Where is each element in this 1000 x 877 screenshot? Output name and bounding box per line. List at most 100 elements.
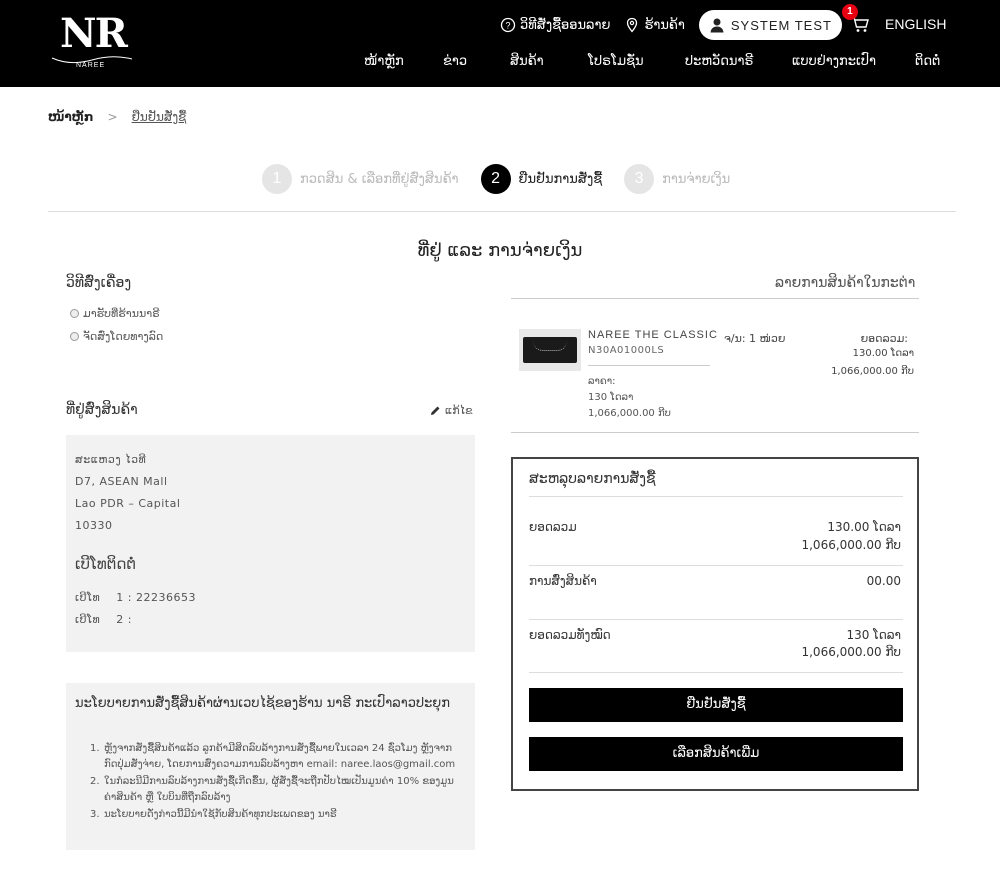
policy-item-text: ນະໂຍບາຍດັ່ງກ່າວນີ້ມີນຳໃຊ້ກັບສິນຄ້າທຸກປະເ… (104, 809, 337, 820)
user-account-button[interactable]: SYSTEM TEST (698, 10, 842, 40)
pickup-label: ມາຮັບທີ່ຮ້ານນາຣີ (83, 307, 160, 320)
summary-subtotal-usd: 130.00 ໂດລາ (827, 520, 901, 534)
steps-divider (48, 211, 956, 212)
phone-2-label: ເບີໂທ (75, 613, 101, 626)
phone-1-label: ເບີໂທ (75, 591, 101, 604)
cart-count-badge: 1 (841, 4, 858, 20)
top-links: ? ວິທີສັ່ງຊື້ອອນລາຍ ຮ້ານຄ້າ SYSTEM TEST … (500, 4, 872, 40)
product-code: N30A01000LS (588, 345, 665, 356)
address-line-1: D7, ASEAN Mall (75, 475, 168, 488)
checkout-steps: 1 ກວດສິນ & ເລືອກທີ່ຢູ່ສົ່ງສິນຄ້າ 2 ຢືນຢັ… (262, 164, 752, 194)
summary-subtotal-label: ຍອດລວມ (529, 520, 577, 534)
price-usd: 130 ໂດລາ (588, 392, 634, 403)
item-subtotal-label: ຍອດລວມ: (860, 332, 908, 345)
policy-list: 1. ຫຼັງຈາກສັ່ງຊື້ສິນຄ້າແລ້ວ ລູກຄ້າມີສິດລົ… (90, 741, 462, 824)
step-3: 3 ການຈ່າຍເງິນ (624, 164, 730, 194)
step-1-number: 1 (262, 164, 292, 194)
summary-subtotal-kip: 1,066,000.00 ກີບ (801, 538, 901, 552)
nav-bag-styles[interactable]: ແບບຢ່າງກະເປົາ (792, 54, 876, 69)
bag-chain (533, 341, 567, 351)
address-box: ສະແຫວງ ໄວທີ D7, ASEAN Mall Lao PDR – Cap… (66, 435, 475, 652)
order-policy-box: ນະໂຍບາຍການສັ່ງຊື້ສິນຄ້າຜ່ານເວບໄຊ້ຂອງຮ້ານ… (66, 683, 475, 850)
nav-home[interactable]: ໜ້າຫຼັກ (364, 54, 404, 69)
phone-1: ເບີໂທ 1 : 22236653 (75, 591, 196, 604)
how-to-order-link[interactable]: ? ວິທີສັ່ງຊື້ອອນລາຍ (500, 17, 610, 33)
continue-shopping-button[interactable]: ເລືອກສິນຄ້າເພີ່ມ (529, 737, 903, 771)
svg-text:?: ? (505, 21, 510, 31)
step-2: 2 ຢືນຢັນການສັ່ງຊື້ (480, 164, 603, 194)
how-to-order-label: ວິທີສັ່ງຊື້ອອນລາຍ (520, 17, 611, 33)
item-subtotal-usd: 130.00 ໂດລາ (852, 348, 914, 359)
site-header: NR NAREE ? ວິທີສັ່ງຊື້ອອນລາຍ ຮ້ານຄ້າ SYS… (0, 0, 1000, 87)
edit-address-link[interactable]: ແກ້ໄຂ (430, 404, 473, 417)
logo-mark: NR (60, 10, 128, 57)
step-1-label: ກວດສິນ & ເລືອກທີ່ຢູ່ສົ່ງສິນຄ້າ (300, 171, 459, 187)
user-name: SYSTEM TEST (730, 17, 832, 33)
shipping-option-delivery[interactable]: ຈັດສົ່ງໂດຍທາງລົດ (70, 330, 163, 343)
user-icon (710, 18, 724, 33)
policy-item-text: ຫຼັງຈາກສັ່ງຊື້ສິນຄ້າແລ້ວ ລູກຄ້າມີສິດລົບລ… (104, 743, 456, 770)
policy-item-text: ໃນກໍລະນີມີການລົບລ້າງການສັ່ງຊື້ເກີດຂຶ້ນ, … (104, 776, 454, 803)
summary-total-kip: 1,066,000.00 ກີບ (801, 645, 901, 659)
confirm-order-button[interactable]: ຢືນຢັນສັ່ງຊື້ (529, 688, 903, 722)
summary-shipping-label: ການສົ່ງສິນຄ້າ (529, 574, 597, 588)
breadcrumb: ໜ້າຫຼັກ > ຢືນຢັນສັ່ງຊື້ (48, 110, 186, 124)
summary-divider (529, 496, 903, 497)
delivery-radio[interactable] (70, 332, 79, 341)
pencil-icon (431, 406, 440, 415)
pickup-radio[interactable] (70, 309, 79, 318)
store-link[interactable]: ຮ້ານຄ້າ (624, 17, 685, 33)
shipping-method-title: ວິທີສົ່ງເຄື່ອງ (66, 275, 132, 291)
cart-list-title: ລາຍການສິນຄ້າໃນກະຕ່າ (775, 275, 916, 291)
language-switch[interactable]: ENGLISH (885, 16, 946, 32)
phone-1-value: 1 : 22236653 (116, 591, 196, 604)
product-image[interactable] (519, 329, 581, 371)
product-name[interactable]: NAREE THE CLASSIC (588, 329, 718, 341)
nav-products[interactable]: ສິນຄ້າ (510, 54, 544, 69)
summary-divider (529, 565, 903, 566)
page-title: ທີ່ຢູ່ ແລະ ການຈ່າຍເງິນ (417, 240, 583, 261)
cart-top-divider (511, 298, 919, 299)
cart-button[interactable]: 1 (841, 4, 872, 36)
phone-2-value: 2 : (116, 613, 132, 626)
item-subtotal-kip: 1,066,000.00 ກີບ (831, 366, 914, 377)
price-kip: 1,066,000.00 ກີບ (588, 408, 671, 419)
map-pin-icon (627, 17, 638, 33)
breadcrumb-separator: > (107, 110, 118, 124)
nav-promotion[interactable]: ໂປຣໂມຊັ່ນ (588, 54, 644, 69)
step-2-label: ຢືນຢັນການສັ່ງຊື້ (518, 171, 603, 187)
address-postal: 10330 (75, 519, 113, 532)
summary-shipping-value: 00.00 (866, 574, 901, 588)
nav-history[interactable]: ປະຫວັດນາຣີ (685, 54, 753, 69)
product-divider (588, 365, 710, 366)
cart-bottom-divider (511, 432, 919, 433)
breadcrumb-current[interactable]: ຢືນຢັນສັ່ງຊື້ (132, 110, 187, 124)
policy-item: 2. ໃນກໍລະນີມີການລົບລ້າງການສັ່ງຊື້ເກີດຂຶ້ນ… (90, 776, 454, 803)
order-summary: ສະຫລຸບລາຍການສັ່ງຊື້ ຍອດລວມ 130.00 ໂດລາ 1… (511, 457, 919, 791)
step-1: 1 ກວດສິນ & ເລືອກທີ່ຢູ່ສົ່ງສິນຄ້າ (262, 164, 459, 194)
store-label: ຮ້ານຄ້າ (644, 17, 685, 33)
phone-2: ເບີໂທ 2 : (75, 613, 132, 626)
address-line-2: Lao PDR – Capital (75, 497, 181, 510)
quantity: ຈ/ນ: 1 ໜ່ວຍ (724, 332, 786, 345)
breadcrumb-home[interactable]: ໜ້າຫຼັກ (48, 110, 94, 124)
address-name: ສະແຫວງ ໄວທີ (75, 453, 147, 466)
nav-news[interactable]: ຂ່າວ (443, 54, 467, 69)
step-3-label: ການຈ່າຍເງິນ (662, 171, 731, 187)
shipping-address-title: ທີ່ຢູ່ສົ່ງສິນຄ້າ (66, 402, 138, 418)
step-2-number: 2 (480, 164, 511, 194)
shipping-option-pickup[interactable]: ມາຮັບທີ່ຮ້ານນາຣີ (70, 307, 160, 320)
nav-contact[interactable]: ຕິດຕໍ່ (915, 54, 940, 69)
policy-item: 3. ນະໂຍບາຍດັ່ງກ່າວນີ້ມີນຳໃຊ້ກັບສິນຄ້າທຸກປ… (90, 809, 337, 820)
policy-title: ນະໂຍບາຍການສັ່ງຊື້ສິນຄ້າຜ່ານເວບໄຊ້ຂອງຮ້ານ… (75, 696, 450, 711)
summary-divider (529, 672, 903, 673)
question-circle-icon: ? (500, 17, 516, 33)
phone-title: ເບີໂທຕິດຕໍ່ (75, 555, 137, 573)
summary-total-usd: 130 ໂດລາ (846, 628, 901, 642)
summary-total-label: ຍອດລວມທັງໝົດ (529, 628, 611, 642)
edit-address-label: ແກ້ໄຂ (445, 404, 473, 417)
policy-item: 1. ຫຼັງຈາກສັ່ງຊື້ສິນຄ້າແລ້ວ ລູກຄ້າມີສິດລົ… (90, 743, 456, 770)
main-nav: ໜ້າຫຼັກ ຂ່າວ ສິນຄ້າ ໂປຣໂມຊັ່ນ ປະຫວັດນາຣີ… (0, 54, 1000, 74)
summary-title: ສະຫລຸບລາຍການສັ່ງຊື້ (529, 471, 656, 487)
price-label: ລາຄາ: (588, 376, 616, 387)
